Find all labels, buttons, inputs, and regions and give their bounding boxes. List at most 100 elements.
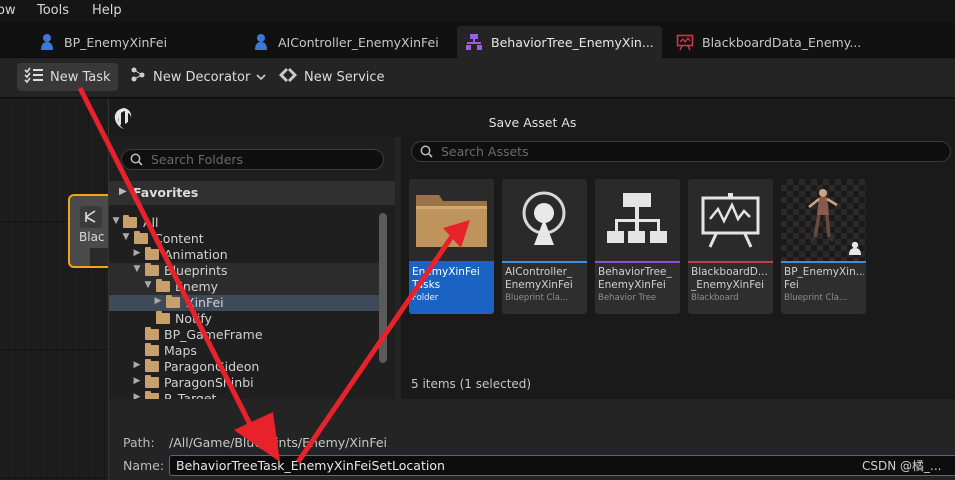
tab-blackboard[interactable]: BlackboardData_Enemy...: [668, 26, 868, 58]
asset-type-stripe: [409, 261, 494, 263]
tab-aicontroller[interactable]: AIController_EnemyXinFei: [244, 26, 454, 58]
new-service-button[interactable]: New Service: [271, 63, 392, 91]
asset-name: BP_EnemyXin... Fei: [784, 266, 864, 291]
tree-label: BP_GameFrame: [164, 327, 263, 342]
folder-icon: [156, 311, 170, 324]
asset-type-stripe: [688, 261, 773, 263]
asset-pane: EnemyXinFei Tasks Folder AIController_ E…: [401, 137, 955, 399]
tree-item-blueprints[interactable]: ▼ Blueprints: [109, 263, 379, 279]
new-decorator-button[interactable]: New Decorator: [122, 63, 273, 91]
folder-icon: [123, 215, 137, 228]
folder-scrollbar-thumb[interactable]: [379, 213, 387, 363]
tree-label: Maps: [164, 343, 197, 358]
asset-thumbnail: [688, 179, 773, 261]
save-asset-dialog: Save Asset As ▶ Favorites ▼ All ▼ Conten…: [108, 99, 955, 480]
folder-icon: [145, 359, 159, 372]
tree-item-bp-gameframe[interactable]: BP_GameFrame: [109, 327, 379, 343]
asset-tile-behaviortree[interactable]: BehaviorTree_ EnemyXinFei Behavior Tree: [595, 179, 680, 314]
new-task-label: New Task: [50, 69, 111, 85]
tree-item-notify[interactable]: Notify: [109, 311, 379, 327]
blackboard-icon: [676, 33, 694, 51]
tree-label: Notify: [175, 311, 212, 326]
tab-behaviortree[interactable]: BehaviorTree_EnemyXin... ×: [457, 26, 662, 58]
document-tab-bar: BP_EnemyXinFei AIController_EnemyXinFei …: [0, 22, 955, 58]
folder-icon: [145, 247, 159, 260]
new-decorator-label: New Decorator: [153, 69, 251, 85]
pawn-icon: [38, 33, 56, 51]
tree-label: Blueprints: [164, 263, 228, 278]
tree-item-paragongideon[interactable]: ▶ ParagonGideon: [109, 359, 379, 375]
asset-tile-aicontroller[interactable]: AIController_ EnemyXinFei Blueprint Cla.…: [502, 179, 587, 314]
asset-type-stripe: [781, 261, 866, 263]
asset-search-box[interactable]: [411, 141, 951, 162]
asset-type: Blueprint Cla...: [505, 293, 569, 303]
folder-icon: [416, 195, 487, 247]
chevron-down-icon: [256, 70, 266, 85]
new-task-button[interactable]: New Task: [17, 63, 118, 91]
tree-label: Animation: [164, 247, 228, 262]
chevron-down-icon[interactable]: ▼: [111, 216, 121, 226]
favorites-section[interactable]: ▶ Favorites: [109, 181, 395, 205]
menu-window[interactable]: ow: [0, 3, 16, 18]
folder-tree: ▼ All ▼ Content ▶ Animation ▼ Blueprints…: [109, 213, 379, 399]
tree-item-paragonshinbi[interactable]: ▶ ParagonShinbi: [109, 375, 379, 391]
asset-thumbnail: [595, 179, 680, 261]
tab-bp-enemyxinfei[interactable]: BP_EnemyXinFei: [30, 26, 235, 58]
chevron-down-icon[interactable]: ▼: [132, 264, 142, 274]
search-folders-input[interactable]: [151, 152, 351, 167]
tree-item-p-target[interactable]: ▶ P_Target: [109, 391, 379, 399]
tree-label: XinFei: [186, 295, 224, 310]
folder-icon: [156, 279, 170, 292]
tree-label: Enemy: [175, 279, 219, 294]
asset-type-stripe: [502, 261, 587, 263]
folder-search-box[interactable]: [121, 149, 384, 170]
asset-name-input[interactable]: [169, 455, 955, 476]
tab-label: AIController_EnemyXinFei: [278, 34, 439, 50]
editor-toolbar: New Task New Decorator New Service: [0, 58, 955, 98]
menu-help[interactable]: Help: [92, 3, 122, 18]
chevron-down-icon[interactable]: ▼: [143, 280, 153, 290]
chevron-right-icon[interactable]: ▶: [132, 392, 142, 399]
expand-arrow-icon: ▶: [119, 186, 127, 197]
tree-item-xinfei[interactable]: ▶ XinFei: [109, 295, 379, 311]
tab-label: BP_EnemyXinFei: [64, 34, 168, 50]
branch-icon: [80, 206, 102, 228]
asset-name: BlackboardD... _EnemyXinFei: [691, 266, 768, 291]
asset-name: BehaviorTree_ EnemyXinFei: [598, 266, 672, 291]
tree-item-maps[interactable]: Maps: [109, 343, 379, 359]
asset-tile-bp-enemy[interactable]: BP_EnemyXin... Fei Blueprint Cla...: [781, 179, 866, 314]
chevron-right-icon[interactable]: ▶: [132, 248, 142, 258]
menu-tools[interactable]: Tools: [37, 3, 69, 18]
menu-bar: ow Tools Help: [0, 0, 955, 22]
chevron-down-icon[interactable]: ▼: [121, 232, 131, 242]
tree-item-animation[interactable]: ▶ Animation: [109, 247, 379, 263]
decorator-icon: [129, 67, 147, 87]
blackboard-icon: [701, 193, 760, 248]
chevron-right-icon[interactable]: ▶: [153, 296, 163, 306]
asset-count: 5 items (1 selected): [411, 377, 532, 391]
tree-item-content[interactable]: ▼ Content: [109, 231, 379, 247]
asset-tile-blackboard[interactable]: BlackboardD... _EnemyXinFei Blackboard: [688, 179, 773, 314]
asset-name: AIController_ EnemyXinFei: [505, 266, 573, 291]
behavior-tree-graph[interactable]: [0, 99, 108, 480]
tab-label: BlackboardData_Enemy...: [702, 34, 862, 50]
chevron-right-icon[interactable]: ▶: [132, 360, 142, 370]
behavior-tree-icon: [607, 193, 667, 243]
folder-icon: [166, 295, 180, 308]
tab-label: BehaviorTree_EnemyXin...: [491, 34, 654, 50]
folder-icon: [145, 375, 159, 388]
folder-icon: [145, 343, 159, 356]
graph-node-label: Blac: [79, 230, 105, 244]
asset-tile-folder[interactable]: EnemyXinFei Tasks Folder: [409, 179, 494, 314]
chevron-right-icon[interactable]: ▶: [132, 376, 142, 386]
search-assets-input[interactable]: [441, 144, 641, 159]
character-preview-icon: [808, 189, 861, 255]
asset-type: Folder: [412, 293, 439, 303]
tree-item-all[interactable]: ▼ All: [109, 215, 379, 231]
folder-pane: ▶ Favorites ▼ All ▼ Content ▶ Animation …: [109, 137, 395, 399]
tree-label: All: [143, 215, 159, 230]
tree-item-enemy[interactable]: ▼ Enemy: [109, 279, 379, 295]
tree-label: ParagonGideon: [164, 359, 260, 374]
search-icon: [420, 145, 433, 158]
name-label: Name:: [123, 458, 165, 473]
